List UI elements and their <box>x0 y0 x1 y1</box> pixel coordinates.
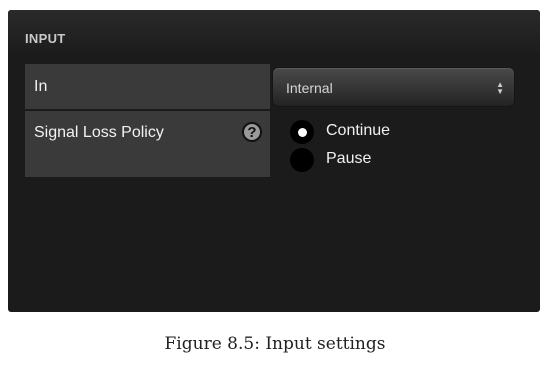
input-source-value: Internal <box>286 80 333 96</box>
panel-header: INPUT <box>8 10 540 54</box>
up-down-arrows-icon: ▲ ▼ <box>496 80 504 96</box>
input-source-select[interactable]: Internal ▲ ▼ <box>272 67 515 107</box>
input-settings-panel: INPUT In Internal ▲ ▼ Signal Loss Policy … <box>8 10 540 312</box>
question-circle-icon[interactable]: ? <box>242 122 262 142</box>
in-label: In <box>34 78 48 95</box>
signal-loss-policy-label: Signal Loss Policy <box>34 124 164 141</box>
radio-continue-label: Continue <box>326 122 391 139</box>
in-label-cell: In <box>25 64 270 109</box>
signal-loss-policy-cell: Signal Loss Policy ? <box>25 111 270 177</box>
radio-unselected-icon <box>290 148 314 172</box>
radio-pause-label: Pause <box>326 150 372 167</box>
figure-caption: Figure 8.5: Input settings <box>164 334 386 354</box>
radio-selected-icon <box>290 120 314 144</box>
panel-title: INPUT <box>25 31 66 46</box>
